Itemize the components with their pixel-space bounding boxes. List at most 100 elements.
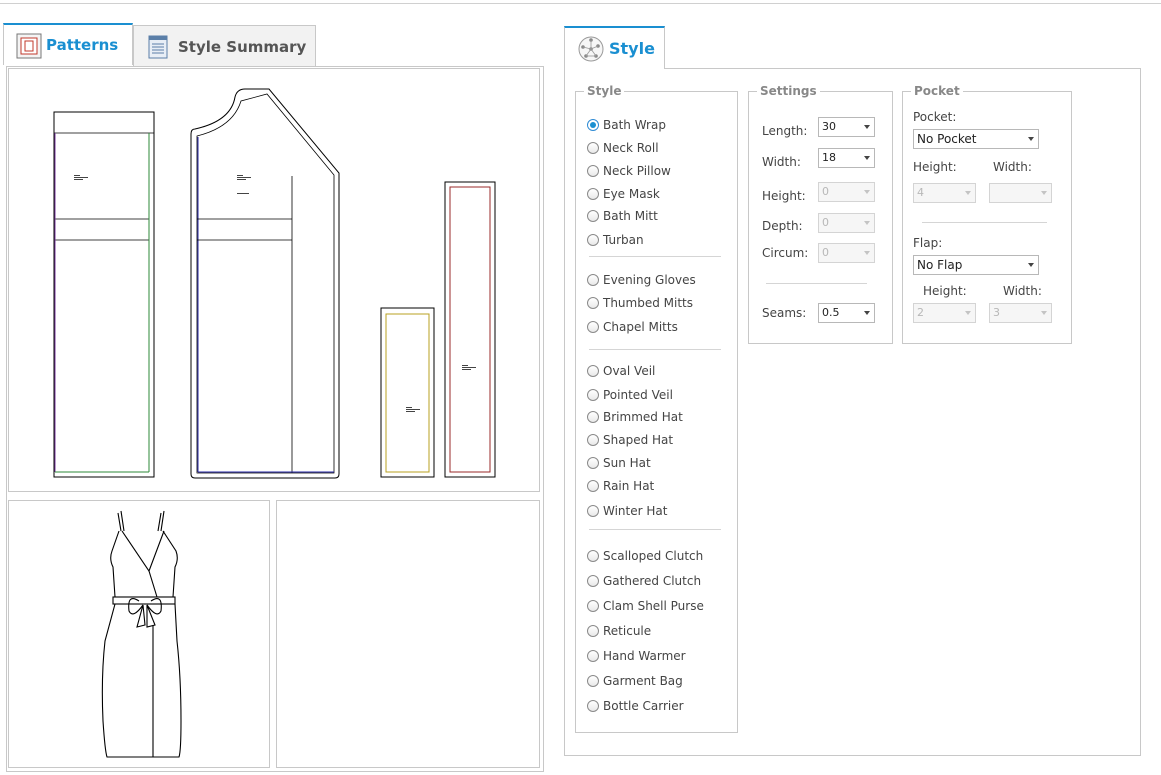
style-option-label: Oval Veil: [603, 364, 656, 378]
style-option-shaped-hat[interactable]: Shaped Hat: [587, 431, 673, 449]
radio-button[interactable]: [587, 188, 599, 200]
style-option-neck-pillow[interactable]: Neck Pillow: [587, 162, 671, 180]
style-option-label: Bath Mitt: [603, 209, 658, 223]
style-option-label: Eye Mask: [603, 187, 660, 201]
radio-button[interactable]: [587, 411, 599, 423]
style-option-label: Bottle Carrier: [603, 699, 684, 713]
style-option-sun-hat[interactable]: Sun Hat: [587, 454, 651, 472]
flap-width-select: 3: [989, 303, 1052, 323]
length-select[interactable]: 30: [818, 117, 875, 137]
depth-select: 0: [818, 213, 875, 233]
settings-group-legend: Settings: [760, 84, 817, 98]
pattern-layout-drawing: [53, 88, 496, 479]
radio-button[interactable]: [587, 600, 599, 612]
flap-height-select: 2: [913, 303, 976, 323]
style-option-label: Gathered Clutch: [603, 574, 702, 588]
style-option-clam-shell-purse[interactable]: Clam Shell Purse: [587, 597, 704, 615]
style-option-label: Pointed Veil: [603, 388, 673, 402]
style-option-oval-veil[interactable]: Oval Veil: [587, 362, 655, 380]
style-option-label: Reticule: [603, 624, 652, 638]
style-option-gathered-clutch[interactable]: Gathered Clutch: [587, 572, 701, 590]
network-globe-icon: [577, 35, 605, 63]
style-option-turban[interactable]: Turban: [587, 231, 644, 249]
style-option-eye-mask[interactable]: Eye Mask: [587, 185, 660, 203]
style-option-hand-warmer[interactable]: Hand Warmer: [587, 647, 686, 665]
width-select[interactable]: 18: [818, 148, 875, 168]
style-option-label: Clam Shell Purse: [603, 599, 704, 613]
garment-sketch-pane: [8, 500, 270, 768]
style-option-label: Winter Hat: [603, 504, 668, 518]
top-divider: [0, 3, 1161, 4]
style-option-reticule[interactable]: Reticule: [587, 622, 651, 640]
tab-patterns[interactable]: Patterns: [3, 23, 133, 65]
pocket-divider: [922, 222, 1047, 223]
style-option-label: Rain Hat: [603, 479, 655, 493]
tab-style-summary-label: Style Summary: [178, 37, 307, 56]
style-group-divider: [589, 529, 721, 530]
style-group-divider: [589, 256, 721, 257]
pocket-height-label: Height:: [913, 160, 957, 174]
style-option-garment-bag[interactable]: Garment Bag: [587, 672, 683, 690]
radio-button[interactable]: [587, 142, 599, 154]
style-options-list: Bath Wrap Neck Roll Neck Pillow Eye Mask Bat…: [575, 84, 738, 733]
style-option-bath-wrap[interactable]: Bath Wrap: [587, 116, 666, 134]
pocket-width-label: Width:: [993, 160, 1032, 174]
pocket-group-legend: Pocket: [914, 84, 960, 98]
radio-button[interactable]: [587, 575, 599, 587]
radio-button[interactable]: [587, 365, 599, 377]
style-option-chapel-mitts[interactable]: Chapel Mitts: [587, 318, 678, 336]
style-option-label: Bath Wrap: [603, 118, 666, 132]
style-option-rain-hat[interactable]: Rain Hat: [587, 477, 654, 495]
style-option-bottle-carrier[interactable]: Bottle Carrier: [587, 697, 684, 715]
radio-button[interactable]: [587, 321, 599, 333]
pocket-label: Pocket:: [913, 110, 957, 124]
pocket-select[interactable]: No Pocket: [913, 129, 1039, 149]
radio-button[interactable]: [587, 119, 599, 131]
radio-button[interactable]: [587, 700, 599, 712]
style-option-scalloped-clutch[interactable]: Scalloped Clutch: [587, 547, 703, 565]
radio-button[interactable]: [587, 650, 599, 662]
style-option-label: Sun Hat: [603, 456, 651, 470]
tab-style-summary[interactable]: Style Summary: [133, 25, 316, 67]
radio-button[interactable]: [587, 297, 599, 309]
radio-button[interactable]: [587, 210, 599, 222]
height-label: Height:: [762, 189, 806, 203]
style-option-pointed-veil[interactable]: Pointed Veil: [587, 386, 673, 404]
style-option-neck-roll[interactable]: Neck Roll: [587, 139, 659, 157]
style-option-label: Neck Pillow: [603, 164, 671, 178]
style-option-label: Thumbed Mitts: [603, 296, 694, 310]
style-option-label: Evening Gloves: [603, 273, 696, 287]
radio-button[interactable]: [587, 434, 599, 446]
style-option-brimmed-hat[interactable]: Brimmed Hat: [587, 408, 683, 426]
radio-button[interactable]: [587, 480, 599, 492]
flap-select[interactable]: No Flap: [913, 255, 1039, 275]
radio-button[interactable]: [587, 389, 599, 401]
seams-select[interactable]: 0.5: [818, 303, 875, 323]
radio-button[interactable]: [587, 625, 599, 637]
flap-label: Flap:: [913, 236, 943, 250]
style-option-label: Hand Warmer: [603, 649, 686, 663]
radio-button[interactable]: [587, 274, 599, 286]
style-option-evening-gloves[interactable]: Evening Gloves: [587, 271, 696, 289]
tab-style[interactable]: Style: [564, 26, 665, 69]
style-option-label: Neck Roll: [603, 141, 659, 155]
style-group-divider: [589, 349, 721, 350]
radio-button[interactable]: [587, 675, 599, 687]
flap-height-label: Height:: [923, 284, 967, 298]
pocket-height-select: 4: [913, 183, 976, 203]
radio-button[interactable]: [587, 457, 599, 469]
radio-button[interactable]: [587, 234, 599, 246]
pocket-width-select: [989, 183, 1052, 203]
style-option-label: Turban: [603, 233, 644, 247]
tab-patterns-label: Patterns: [46, 36, 119, 54]
pattern-piece-tie: [444, 181, 496, 478]
radio-button[interactable]: [587, 505, 599, 517]
style-option-thumbed-mitts[interactable]: Thumbed Mitts: [587, 294, 693, 312]
radio-button[interactable]: [587, 550, 599, 562]
style-option-winter-hat[interactable]: Winter Hat: [587, 502, 667, 520]
seams-label: Seams:: [762, 306, 807, 320]
radio-button[interactable]: [587, 165, 599, 177]
style-option-label: Brimmed Hat: [603, 410, 683, 424]
pattern-pieces-pane: [8, 68, 540, 492]
style-option-bath-mitt[interactable]: Bath Mitt: [587, 207, 658, 225]
